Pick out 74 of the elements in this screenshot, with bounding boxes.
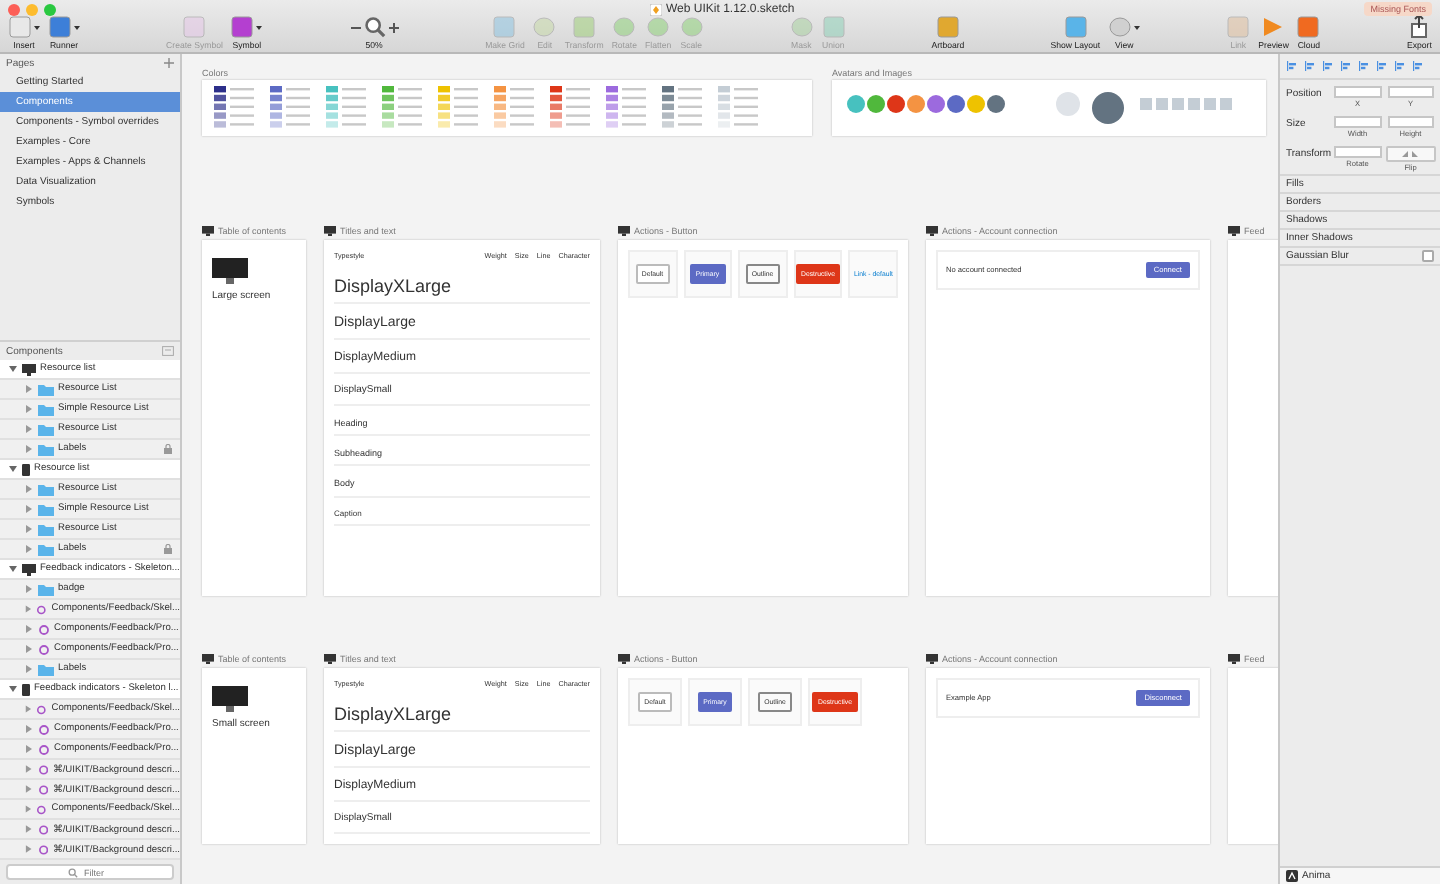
align-icon[interactable] <box>1304 60 1316 72</box>
align-icon[interactable] <box>1358 60 1370 72</box>
collapsed-triangle-icon[interactable] <box>24 504 34 514</box>
caret-icon <box>256 25 263 29</box>
expanded-triangle-icon[interactable] <box>8 564 18 574</box>
number-field[interactable] <box>1334 146 1381 158</box>
number-field[interactable] <box>1387 116 1434 128</box>
collapsed-triangle-icon[interactable] <box>24 824 34 834</box>
expanded-triangle-icon[interactable] <box>8 364 18 374</box>
phone-icon <box>22 463 30 475</box>
zoom-out-icon[interactable] <box>349 21 362 33</box>
add-icon[interactable] <box>164 58 174 68</box>
monitor-icon <box>324 653 336 663</box>
collapse-icon[interactable] <box>162 346 174 356</box>
caret-icon <box>34 25 40 29</box>
collapsed-triangle-icon[interactable] <box>24 784 34 794</box>
monitor-icon <box>1228 225 1240 235</box>
expanded-triangle-icon[interactable] <box>8 684 18 694</box>
checkbox[interactable] <box>1422 250 1434 262</box>
monitor-icon <box>22 563 36 575</box>
collapsed-triangle-icon[interactable] <box>24 404 34 414</box>
align-icon[interactable] <box>1286 60 1298 72</box>
collapsed-triangle-icon[interactable] <box>24 544 34 554</box>
align-icon[interactable] <box>1412 60 1424 72</box>
play-icon <box>1262 16 1285 38</box>
monitor-icon <box>926 653 938 663</box>
collapsed-triangle-icon[interactable] <box>24 844 34 854</box>
collapsed-triangle-icon[interactable] <box>24 664 34 674</box>
monitor-icon <box>202 653 214 663</box>
number-field[interactable] <box>1387 86 1434 98</box>
collapsed-triangle-icon[interactable] <box>24 524 34 534</box>
monitor-icon <box>212 686 248 712</box>
align-icon[interactable] <box>1394 60 1406 72</box>
monitor-icon <box>22 363 36 375</box>
close-button[interactable] <box>8 3 20 15</box>
monitor-icon <box>202 225 214 235</box>
collapsed-triangle-icon[interactable] <box>24 704 33 714</box>
collapsed-triangle-icon[interactable] <box>24 724 34 734</box>
expanded-triangle-icon[interactable] <box>8 464 18 474</box>
align-icon[interactable] <box>1322 60 1334 72</box>
align-icon[interactable] <box>1376 60 1388 72</box>
number-field[interactable] <box>1334 116 1381 128</box>
caret-icon <box>1134 25 1141 29</box>
zoom-in-icon[interactable] <box>387 21 400 33</box>
collapsed-triangle-icon[interactable] <box>24 384 34 394</box>
monitor-icon <box>324 225 336 235</box>
type-sample: DisplayXLarge <box>334 704 454 725</box>
collapsed-triangle-icon[interactable] <box>24 424 34 434</box>
monitor-icon <box>1228 653 1240 663</box>
collapsed-triangle-icon[interactable] <box>24 644 34 654</box>
collapsed-triangle-icon[interactable] <box>24 584 34 594</box>
collapsed-triangle-icon[interactable] <box>24 744 34 754</box>
monitor-icon <box>618 653 630 663</box>
collapsed-triangle-icon[interactable] <box>24 624 34 634</box>
phone-icon <box>22 683 30 695</box>
monitor-icon <box>618 225 630 235</box>
maximize-button[interactable] <box>44 3 56 15</box>
caret-icon <box>74 25 80 29</box>
collapsed-triangle-icon[interactable] <box>24 604 33 614</box>
collapsed-triangle-icon[interactable] <box>24 764 34 774</box>
flip-icon <box>1400 150 1421 158</box>
number-field[interactable] <box>1334 86 1381 98</box>
monitor-icon <box>212 258 248 284</box>
collapsed-triangle-icon[interactable] <box>24 804 33 814</box>
magnifier-icon <box>363 16 386 38</box>
collapsed-triangle-icon[interactable] <box>24 484 34 494</box>
export-icon <box>1410 14 1429 38</box>
collapsed-triangle-icon[interactable] <box>24 444 34 454</box>
search-icon <box>68 867 78 877</box>
type-sample: DisplayXLarge <box>334 276 454 297</box>
minimize-button[interactable] <box>26 3 38 15</box>
monitor-icon <box>926 225 938 235</box>
flip-buttons[interactable] <box>1385 146 1436 162</box>
align-icon[interactable] <box>1340 60 1352 72</box>
